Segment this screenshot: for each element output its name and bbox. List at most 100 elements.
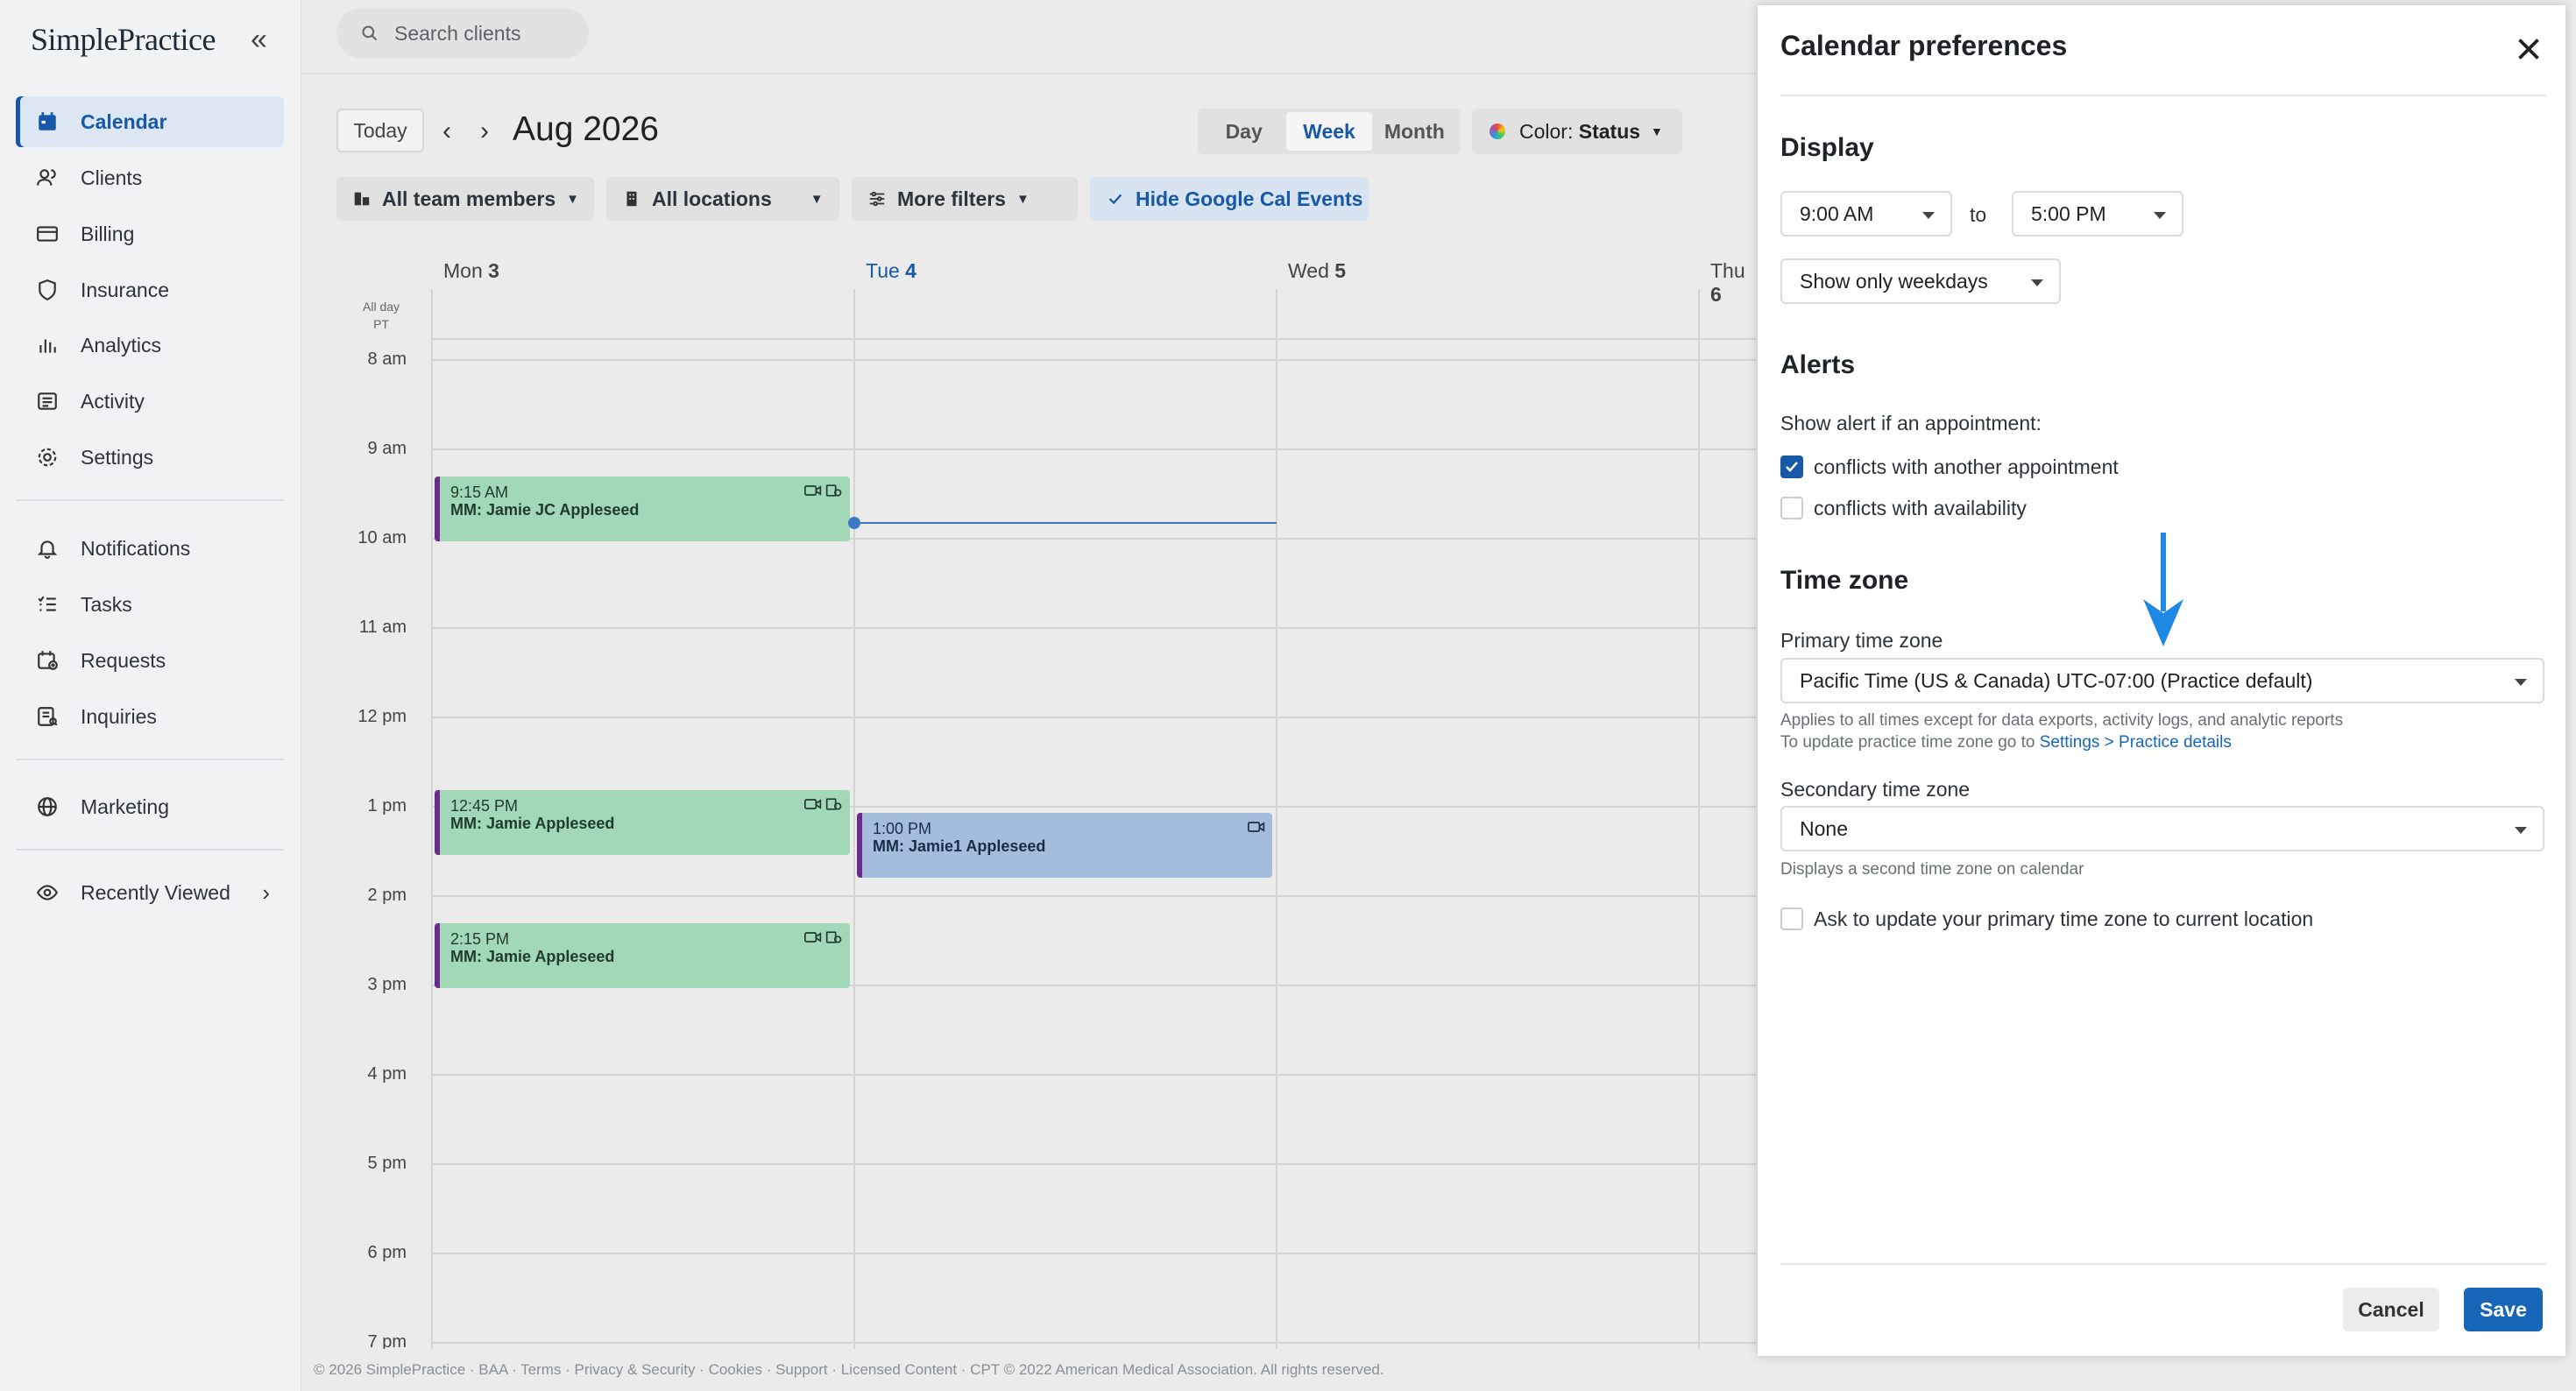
sidebar-item-calendar[interactable]: Calendar [16,96,284,147]
team-filter-dropdown[interactable]: All team members ▼ [336,177,594,221]
team-filter-label: All team members [382,187,556,210]
appointment-event[interactable]: 2:15 PM MM: Jamie Appleseed [435,923,850,988]
conflicts-availability-label[interactable]: conflicts with availability [1814,497,2027,520]
day-header-thu[interactable]: Thu 6 [1710,259,1756,307]
color-dropdown[interactable]: Color: Status ▼ [1472,109,1682,154]
month-title: Aug 2026 [513,110,659,148]
practice-details-link[interactable]: Settings > Practice details [2040,733,2232,752]
sidebar-divider [16,759,284,760]
color-value: Status [1578,119,1641,143]
appointment-event[interactable]: 1:00 PM MM: Jamie1 Appleseed [857,813,1272,878]
days-shown-select[interactable]: Show only weekdays [1780,258,2061,304]
day-header-tue[interactable]: Tue 4 [866,259,916,283]
conflicts-appointment-label[interactable]: conflicts with another appointment [1814,455,2119,479]
sliders-icon [869,191,885,207]
building-icon [626,191,637,207]
requests-icon [35,648,60,673]
event-client-name: MM: Jamie Appleseed [450,948,615,965]
sidebar-item-analytics[interactable]: Analytics [16,320,284,371]
sidebar-item-marketing[interactable]: Marketing [16,781,284,832]
hour-label: 7 pm [367,1332,407,1349]
activity-icon [35,389,60,413]
current-time-dot [848,517,860,529]
event-time: 9:15 AM [450,484,509,501]
chevron-down-icon [2515,827,2527,834]
primary-timezone-label: Primary time zone [1780,629,1943,652]
practice-timezone-help-text: To update practice time zone go to [1780,733,2040,752]
appointment-event[interactable]: 9:15 AM MM: Jamie JC Appleseed [435,477,850,541]
sidebar-item-insurance[interactable]: Insurance [16,265,284,315]
sidebar-item-recently-viewed[interactable]: Recently Viewed › [16,867,284,918]
shield-icon [35,278,60,302]
sidebar-item-settings[interactable]: Settings [16,432,284,483]
video-icon [1248,822,1265,832]
sidebar-item-clients[interactable]: Clients [16,152,284,203]
location-filter-dropdown[interactable]: All locations ▼ [606,177,839,221]
next-week-icon[interactable]: › [480,117,489,146]
day-header-mon[interactable]: Mon 3 [443,259,499,283]
event-time: 2:15 PM [450,930,510,948]
day-name: Mon [443,259,483,282]
conflicts-appointment-checkbox[interactable] [1780,455,1803,478]
calendar-grid: Mon 3 Tue 4 Wed 5 Thu 6 All day PT 8 am 9… [336,249,1756,1349]
today-button[interactable]: Today [336,109,424,152]
check-icon [1786,462,1798,472]
hour-label: 12 pm [357,707,407,726]
hour-label: 4 pm [367,1064,407,1084]
sidebar-item-tasks[interactable]: Tasks [16,579,284,630]
gear-icon [35,445,60,470]
view-week-button[interactable]: Week [1286,112,1372,151]
appointment-event[interactable]: 12:45 PM MM: Jamie Appleseed [435,790,850,855]
sidebar-item-activity[interactable]: Activity [16,376,284,427]
view-day-button[interactable]: Day [1201,112,1286,151]
chevron-down-icon [2154,212,2166,219]
sidebar-divider [16,849,284,851]
days-shown-value: Show only weekdays [1800,269,1988,293]
day-name: Wed [1288,259,1329,282]
more-filters-label: More filters [897,187,1006,210]
practice-timezone-help: To update practice time zone go to Setti… [1780,733,2232,752]
event-client-name: MM: Jamie1 Appleseed [873,837,1046,855]
sidebar-item-notifications[interactable]: Notifications [16,523,284,574]
event-icons [804,930,843,944]
close-icon[interactable] [2513,33,2544,65]
chevron-down-icon [2515,679,2527,686]
save-button[interactable]: Save [2464,1288,2543,1331]
current-time-line [854,522,1277,524]
inquiries-icon [35,704,60,729]
conflicts-availability-checkbox[interactable] [1780,497,1803,519]
hide-google-events-toggle[interactable]: Hide Google Cal Events [1090,177,1369,221]
view-month-button[interactable]: Month [1372,112,1457,151]
view-switcher: Day Week Month [1198,109,1461,154]
day-header-wed[interactable]: Wed 5 [1288,259,1346,283]
secondary-timezone-select[interactable]: None [1780,806,2544,851]
sidebar-divider [16,499,284,501]
sidebar-item-requests[interactable]: Requests [16,635,284,686]
calendar-icon [35,109,60,134]
app-logo[interactable]: SimplePractice [31,21,216,58]
calendar-preferences-drawer: Calendar preferences Display 9:00 AM to … [1758,5,2565,1356]
end-time-select[interactable]: 5:00 PM [2012,191,2183,237]
more-filters-button[interactable]: More filters ▼ [852,177,1078,221]
note-icon [825,798,842,810]
sidebar: SimplePractice « Calendar Clients Billin… [0,0,301,1391]
prev-week-icon[interactable]: ‹ [442,117,451,146]
sidebar-item-billing[interactable]: Billing [16,208,284,259]
cancel-button[interactable]: Cancel [2343,1288,2439,1331]
day-name: Tue [866,259,900,282]
collapse-sidebar-icon[interactable]: « [251,25,267,54]
primary-timezone-help: Applies to all times except for data exp… [1780,711,2344,730]
sidebar-item-label: Notifications [81,536,191,560]
hour-label: 1 pm [367,796,407,816]
start-time-select[interactable]: 9:00 AM [1780,191,1952,237]
bell-icon [35,536,60,561]
sidebar-item-label: Clients [81,166,143,189]
sidebar-item-inquiries[interactable]: Inquiries [16,691,284,742]
sidebar-item-label: Insurance [81,278,170,301]
note-icon [825,931,842,943]
search-input[interactable]: Search clients [336,8,589,59]
time-range-separator: to [1970,203,1987,226]
ask-update-timezone-label[interactable]: Ask to update your primary time zone to … [1814,907,2313,931]
ask-update-timezone-checkbox[interactable] [1780,907,1803,930]
primary-timezone-select[interactable]: Pacific Time (US & Canada) UTC-07:00 (Pr… [1780,658,2544,703]
